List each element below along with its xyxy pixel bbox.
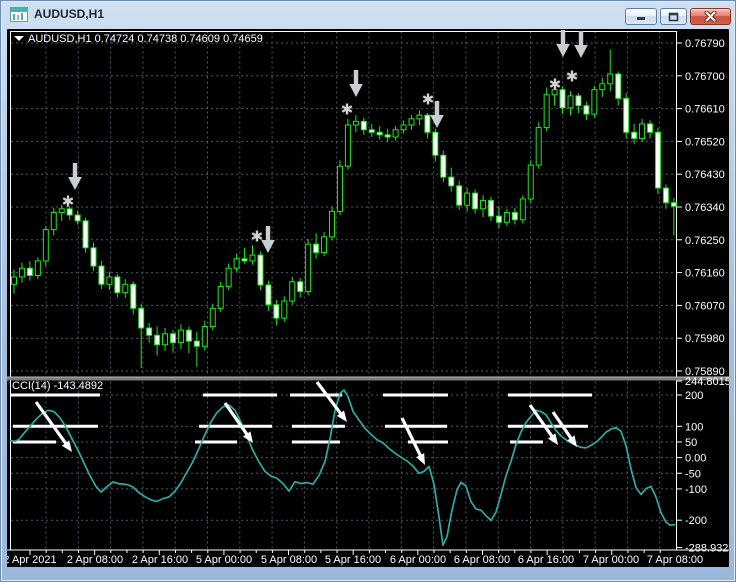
svg-text:-100: -100 xyxy=(685,484,707,496)
title-bar[interactable]: AUDUSD,H1 xyxy=(0,0,736,29)
svg-text:200: 200 xyxy=(685,390,703,402)
minimize-button[interactable] xyxy=(625,8,657,25)
indicator-plot-area[interactable] xyxy=(11,381,676,550)
svg-text:100: 100 xyxy=(685,421,703,433)
svg-text:7 Apr 00:00: 7 Apr 00:00 xyxy=(583,554,639,566)
svg-text:0.76250: 0.76250 xyxy=(685,235,725,247)
svg-text:-288.9325: -288.9325 xyxy=(685,543,729,555)
svg-text:0.76430: 0.76430 xyxy=(685,169,725,181)
chart-window-icon xyxy=(10,7,28,22)
svg-text:2 Apr 2021: 2 Apr 2021 xyxy=(7,554,57,566)
minimize-icon xyxy=(637,17,645,20)
pane-divider[interactable] xyxy=(7,377,729,381)
svg-text:-50: -50 xyxy=(685,468,701,480)
svg-text:0.76610: 0.76610 xyxy=(685,104,725,116)
svg-text:0.76070: 0.76070 xyxy=(685,300,725,312)
svg-text:0.76790: 0.76790 xyxy=(685,38,725,50)
svg-text:0.76340: 0.76340 xyxy=(685,202,725,214)
close-button[interactable] xyxy=(690,8,731,25)
svg-text:5 Apr 16:00: 5 Apr 16:00 xyxy=(325,554,381,566)
svg-text:2 Apr 16:00: 2 Apr 16:00 xyxy=(132,554,188,566)
svg-text:2 Apr 08:00: 2 Apr 08:00 xyxy=(67,554,123,566)
restore-button[interactable] xyxy=(660,8,687,25)
svg-text:0.00: 0.00 xyxy=(685,453,706,465)
svg-text:6 Apr 16:00: 6 Apr 16:00 xyxy=(518,554,574,566)
restore-icon xyxy=(668,12,679,21)
svg-text:0.75980: 0.75980 xyxy=(685,333,725,345)
svg-text:50: 50 xyxy=(685,437,697,449)
close-icon xyxy=(704,11,717,22)
chart-canvas[interactable]: 0.76790 0.76700 0.76610 0.76520 0.76430 0.763… xyxy=(7,29,729,567)
svg-text:6 Apr 08:00: 6 Apr 08:00 xyxy=(454,554,510,566)
chart-window: 0.76790 0.76700 0.76610 0.76520 0.76430 0.763… xyxy=(0,0,736,582)
window-title: AUDUSD,H1 xyxy=(34,7,105,21)
svg-text:-200: -200 xyxy=(685,515,707,527)
svg-text:244.8015: 244.8015 xyxy=(685,376,729,388)
svg-text:5 Apr 00:00: 5 Apr 00:00 xyxy=(196,554,252,566)
svg-text:0.76160: 0.76160 xyxy=(685,268,725,280)
svg-text:0.76520: 0.76520 xyxy=(685,136,725,148)
svg-text:5 Apr 08:00: 5 Apr 08:00 xyxy=(261,554,317,566)
main-plot-area[interactable] xyxy=(11,32,676,377)
svg-text:7 Apr 08:00: 7 Apr 08:00 xyxy=(647,554,703,566)
svg-text:0.76700: 0.76700 xyxy=(685,71,725,83)
svg-text:6 Apr 00:00: 6 Apr 00:00 xyxy=(390,554,446,566)
